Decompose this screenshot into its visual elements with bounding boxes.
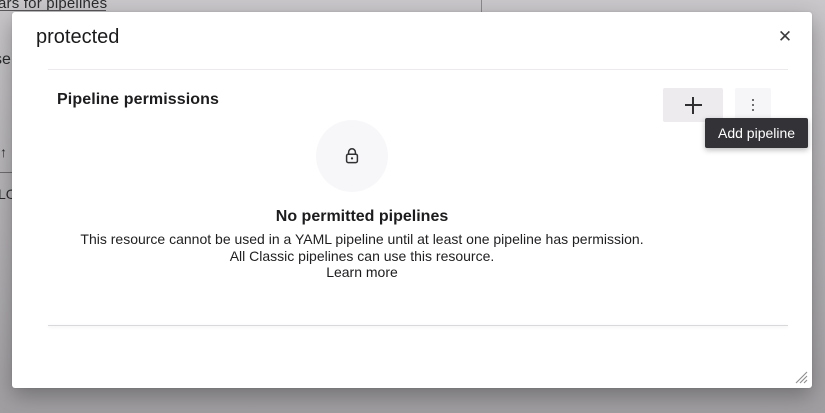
close-icon: ✕	[778, 28, 792, 45]
empty-state-description: This resource cannot be used in a YAML p…	[12, 231, 712, 248]
pipeline-permissions-dialog: protected ✕ Pipeline permissions Add pip…	[12, 12, 812, 388]
empty-state-title: No permitted pipelines	[12, 208, 712, 226]
dialog-title: protected	[36, 26, 119, 49]
content-divider	[48, 325, 788, 326]
more-options-button[interactable]	[735, 88, 771, 122]
close-button[interactable]: ✕	[772, 23, 798, 49]
empty-state-illustration	[316, 120, 388, 192]
add-pipeline-button[interactable]	[663, 88, 723, 122]
lock-icon	[342, 146, 362, 166]
plus-icon	[685, 97, 702, 114]
empty-state: No permitted pipelines This resource can…	[12, 208, 712, 282]
resize-grip-icon[interactable]	[792, 368, 808, 384]
empty-state-description: All Classic pipelines can use this resou…	[12, 248, 712, 265]
section-heading: Pipeline permissions	[57, 91, 219, 109]
header-divider	[48, 69, 788, 70]
background-text-fragment: se	[0, 51, 11, 69]
add-pipeline-tooltip: Add pipeline	[705, 118, 808, 148]
background-column-divider-fragment	[481, 0, 482, 12]
background-divider-fragment	[0, 10, 106, 11]
kebab-menu-icon	[752, 99, 755, 112]
background-arrow-fragment: ↑	[0, 144, 7, 160]
learn-more-link[interactable]: Learn more	[326, 264, 398, 281]
